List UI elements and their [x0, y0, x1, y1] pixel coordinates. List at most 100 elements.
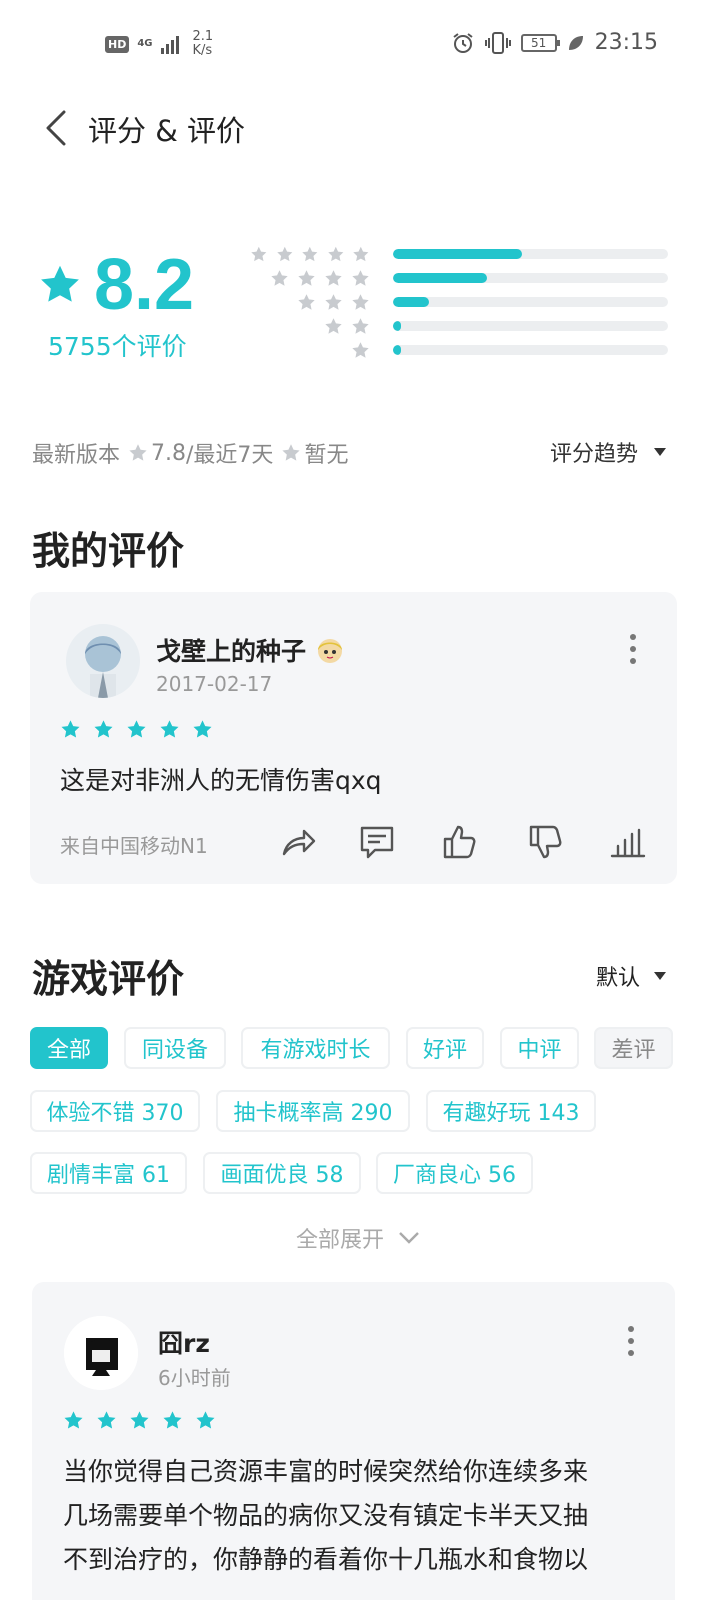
star-icon [302, 246, 318, 261]
recent-score: 暂无 [304, 443, 349, 468]
star-icon [130, 1411, 149, 1429]
avatar[interactable] [64, 1316, 138, 1390]
page-title: 评分 & 评价 [88, 114, 246, 148]
star-icon [271, 269, 288, 286]
avatar[interactable] [66, 624, 140, 698]
thumbs-down-icon[interactable] [526, 822, 566, 862]
distribution-bar-fill [393, 249, 523, 259]
distribution-bar-fill [393, 345, 402, 355]
rating-score-block: 8.2 5755个评价 [38, 245, 238, 363]
back-arrow-icon[interactable] [40, 106, 76, 150]
stats-icon[interactable] [608, 822, 648, 862]
distribution-bar [393, 345, 668, 355]
distribution-bar-fill [393, 321, 402, 331]
star-icon [127, 720, 146, 738]
distribution-stars [250, 341, 380, 360]
leaf-icon [568, 35, 583, 50]
rating-trend-dropdown[interactable]: 评分趋势 [550, 436, 666, 468]
chevron-down-icon [399, 1232, 419, 1244]
tag-chip[interactable]: 有趣好玩 143 [426, 1090, 596, 1132]
filter-chip-positive[interactable]: 好评 [406, 1027, 484, 1069]
star-icon [251, 246, 267, 261]
star-icon [325, 293, 342, 310]
expand-all-label: 全部展开 [296, 1228, 385, 1253]
distribution-stars [250, 293, 380, 312]
rating-count: 5755个评价 [48, 332, 187, 361]
triangle-down-icon [654, 448, 666, 456]
comment-icon[interactable] [357, 822, 397, 862]
clock: 23:15 [594, 30, 658, 55]
net-speed-value: 2.1 [192, 29, 214, 44]
review-time: 6小时前 [158, 1366, 231, 1390]
my-review-title: 我的评价 [32, 529, 185, 573]
star-icon [352, 269, 369, 286]
tag-chip[interactable]: 剧情丰富 61 [30, 1152, 187, 1194]
expand-all-button[interactable]: 全部展开 [296, 1222, 420, 1254]
filter-chip-neutral[interactable]: 中评 [500, 1027, 579, 1069]
star-icon [325, 269, 342, 286]
filter-chip-negative[interactable]: 差评 [594, 1027, 673, 1069]
review-text-line: 几场需要单个物品的病你又没有镇定卡半天又抽 [63, 1501, 589, 1530]
vibrate-icon [484, 31, 511, 54]
star-icon [160, 720, 179, 738]
star-icon [352, 317, 369, 334]
latest-version-score: 7.8 [151, 440, 187, 466]
recent-label: /最近7天 [186, 443, 274, 468]
user-name[interactable]: 囧rz [158, 1324, 210, 1360]
distribution-row-4-star [250, 266, 670, 290]
sort-dropdown[interactable]: 默认 [596, 960, 666, 992]
distribution-row-5-star [250, 242, 670, 266]
average-score: 8.2 [94, 245, 195, 325]
star-icon [325, 317, 342, 334]
distribution-row-2-star [250, 314, 670, 338]
user-name[interactable]: 戈壁上的种子 [156, 632, 346, 668]
user-name-text: 戈壁上的种子 [156, 637, 307, 666]
more-options-icon[interactable] [628, 634, 638, 664]
star-icon [196, 1411, 215, 1429]
star-icon [163, 1411, 182, 1429]
star-icon [298, 269, 315, 286]
star-icon [352, 293, 369, 310]
game-review-card[interactable]: 囧rz 6小时前 当你觉得自己资源丰富的时候突然给你连续多来 几场需要单个物品的… [32, 1282, 675, 1600]
tag-chip[interactable]: 厂商良心 56 [376, 1152, 533, 1194]
share-icon[interactable] [278, 822, 318, 862]
distribution-bar-fill [393, 297, 429, 307]
distribution-stars [250, 245, 380, 264]
rating-distribution [250, 242, 670, 362]
thumbs-up-icon[interactable] [440, 822, 480, 862]
review-stars [63, 1410, 216, 1431]
more-options-icon[interactable] [626, 1326, 636, 1356]
star-icon [94, 720, 113, 738]
status-bar: HD 4G 2.1 K/s 51 23:15 [0, 0, 720, 90]
distribution-row-1-star [250, 338, 670, 362]
tag-chip[interactable]: 体验不错 370 [30, 1090, 200, 1132]
star-icon [282, 444, 301, 461]
tag-chip[interactable]: 画面优良 58 [203, 1152, 361, 1194]
version-rating-line: 最新版本 7.8 /最近7天 暂无 评分趋势 [32, 436, 692, 470]
distribution-bar-fill [393, 273, 487, 283]
network-type: 4G [137, 38, 153, 49]
star-icon [276, 246, 292, 261]
star-icon [352, 341, 369, 358]
tag-chip[interactable]: 抽卡概率高 290 [216, 1090, 410, 1132]
review-text-line: 不到治疗的，你静静的看着你十几瓶水和食物以 [63, 1545, 589, 1574]
star-icon [129, 444, 147, 461]
star-icon [353, 246, 369, 261]
distribution-row-3-star [250, 290, 670, 314]
net-speed-unit: K/s [192, 43, 213, 58]
review-text: 这是对非洲人的无情伤害qxq [60, 766, 382, 795]
review-text-line: 当你觉得自己资源丰富的时候突然给你连续多来 [63, 1457, 589, 1486]
filter-chip-all[interactable]: 全部 [30, 1027, 108, 1069]
distribution-bar [393, 297, 668, 307]
rating-trend-label: 评分趋势 [549, 442, 638, 467]
sort-label: 默认 [595, 966, 640, 991]
filter-chip-same-device[interactable]: 同设备 [124, 1027, 226, 1069]
battery-icon: 51 [520, 33, 560, 52]
filter-chip-playtime[interactable]: 有游戏时长 [241, 1027, 390, 1069]
alarm-icon [452, 32, 473, 53]
top-app-bar: 评分 & 评价 [0, 100, 720, 160]
distribution-bar [393, 249, 668, 259]
game-reviews-title: 游戏评价 [32, 957, 185, 1001]
my-review-card[interactable]: 戈壁上的种子 2017-02-17 这是对非洲人的无情伤害qxq 来自中国移动N… [30, 592, 677, 884]
triangle-down-icon [654, 972, 666, 980]
